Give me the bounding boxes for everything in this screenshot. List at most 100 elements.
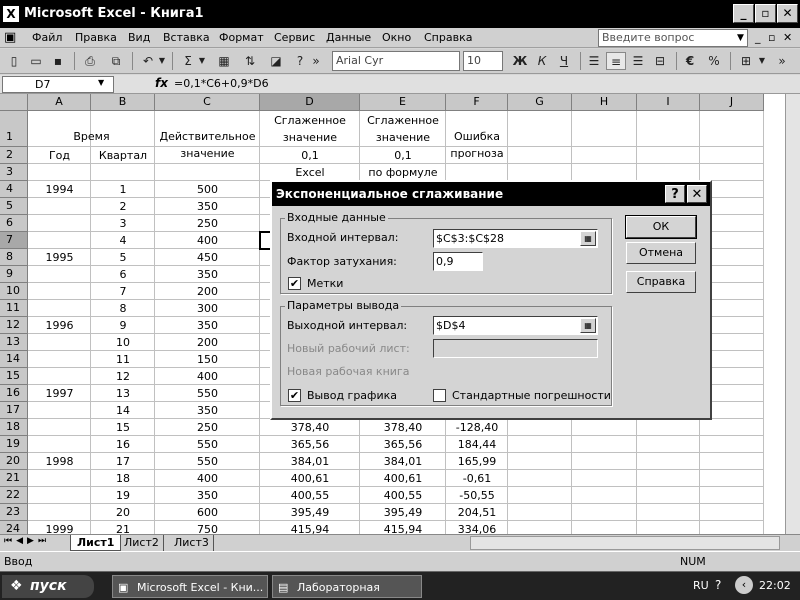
cell-d23[interactable]: 395,49: [260, 504, 360, 521]
grid-cell[interactable]: [28, 283, 91, 300]
cell-e23[interactable]: 395,49: [360, 504, 446, 521]
doc-minimize-icon[interactable]: _: [755, 30, 761, 46]
menu-format[interactable]: Формат: [219, 30, 264, 46]
font-size-select[interactable]: 10: [463, 51, 503, 71]
cell-c19[interactable]: 550: [155, 436, 260, 453]
grid-cell[interactable]: [700, 147, 764, 164]
cell-b18[interactable]: 15: [91, 419, 155, 436]
close-window-button[interactable]: ✕: [777, 4, 798, 23]
borders-icon[interactable]: ⊞: [736, 52, 756, 70]
menu-tools[interactable]: Сервис: [274, 30, 315, 46]
grid-cell[interactable]: [572, 436, 637, 453]
cancel-button[interactable]: Отмена: [626, 242, 696, 264]
grid-cell[interactable]: [637, 147, 700, 164]
cell-f20[interactable]: 165,99: [446, 453, 508, 470]
cell-b4[interactable]: 1: [91, 181, 155, 198]
cell-c6[interactable]: 250: [155, 215, 260, 232]
cell-d20[interactable]: 384,01: [260, 453, 360, 470]
menu-window[interactable]: Окно: [382, 30, 411, 46]
sheet-tab-list3[interactable]: Лист3: [170, 535, 214, 551]
column-header-f[interactable]: F: [446, 94, 508, 111]
grid-cell[interactable]: [508, 453, 572, 470]
grid-cell[interactable]: [572, 419, 637, 436]
cell-d21[interactable]: 400,61: [260, 470, 360, 487]
grid-cell[interactable]: [28, 215, 91, 232]
dialog-close-button[interactable]: ✕: [687, 185, 707, 203]
cell-c17[interactable]: 350: [155, 402, 260, 419]
row-header-21[interactable]: 21: [0, 470, 28, 487]
ask-question-input[interactable]: Введите вопрос: [598, 29, 748, 47]
cell-b24[interactable]: 21: [91, 521, 155, 534]
row-header-11[interactable]: 11: [0, 300, 28, 317]
font-name-select[interactable]: Arial Cyr: [332, 51, 460, 71]
grid-cell[interactable]: [155, 164, 260, 181]
row-header-24[interactable]: 24: [0, 521, 28, 534]
merge-center-icon[interactable]: ⊟: [650, 52, 670, 70]
grid-cell[interactable]: [28, 368, 91, 385]
column-header-c[interactable]: C: [155, 94, 260, 111]
cell-c4[interactable]: 500: [155, 181, 260, 198]
euro-button[interactable]: €: [680, 52, 700, 70]
menu-view[interactable]: Вид: [128, 30, 150, 46]
start-button[interactable]: ❖ пуск: [2, 575, 94, 598]
undo-dropdown-icon[interactable]: ▼: [157, 52, 167, 70]
align-left-icon[interactable]: ☰: [584, 52, 604, 70]
row-header-4[interactable]: 4: [0, 181, 28, 198]
doc-close-icon[interactable]: ✕: [783, 30, 792, 46]
labels-checkbox[interactable]: ✔: [288, 277, 301, 290]
row-header-7[interactable]: 7: [0, 232, 28, 249]
std-errors-checkbox[interactable]: [433, 389, 446, 402]
cell-a24[interactable]: 1999: [28, 521, 91, 534]
grid-cell[interactable]: [637, 436, 700, 453]
grid-cell[interactable]: [28, 436, 91, 453]
toolbar-more-icon[interactable]: »: [776, 52, 788, 70]
row-header-5[interactable]: 5: [0, 198, 28, 215]
excel-app-icon[interactable]: X: [3, 6, 19, 22]
copy-icon[interactable]: ⧉: [106, 52, 126, 70]
grid-cell[interactable]: [91, 164, 155, 181]
grid-cell[interactable]: [28, 504, 91, 521]
damping-factor-field[interactable]: 0,9: [433, 252, 483, 271]
column-header-d[interactable]: D: [260, 94, 360, 111]
vertical-scrollbar[interactable]: [785, 94, 800, 534]
cell-e19[interactable]: 365,56: [360, 436, 446, 453]
cell-c13[interactable]: 200: [155, 334, 260, 351]
cell-b6[interactable]: 3: [91, 215, 155, 232]
autosum-dropdown-icon[interactable]: ▼: [197, 52, 207, 70]
grid-cell[interactable]: [700, 453, 764, 470]
grid-cell[interactable]: [637, 111, 700, 147]
row-header-10[interactable]: 10: [0, 283, 28, 300]
row-header-18[interactable]: 18: [0, 419, 28, 436]
taskbar-excel-button[interactable]: ▣ Microsoft Excel - Кни...: [112, 575, 268, 598]
cell-b23[interactable]: 20: [91, 504, 155, 521]
column-header-g[interactable]: G: [508, 94, 572, 111]
grid-cell[interactable]: [28, 232, 91, 249]
grid-cell[interactable]: [700, 470, 764, 487]
cell-c20[interactable]: 550: [155, 453, 260, 470]
row-header-22[interactable]: 22: [0, 487, 28, 504]
cell-b9[interactable]: 6: [91, 266, 155, 283]
column-header-i[interactable]: I: [637, 94, 700, 111]
row-header-8[interactable]: 8: [0, 249, 28, 266]
cell-d22[interactable]: 400,55: [260, 487, 360, 504]
maximize-button[interactable]: ▫: [755, 4, 776, 23]
formula-input[interactable]: =0,1*C6+0,9*D6: [174, 77, 269, 90]
grid-cell[interactable]: [700, 521, 764, 534]
cell-e22[interactable]: 400,55: [360, 487, 446, 504]
cell-c24[interactable]: 750: [155, 521, 260, 534]
column-header-e[interactable]: E: [360, 94, 446, 111]
cell-b12[interactable]: 9: [91, 317, 155, 334]
open-folder-icon[interactable]: ▭: [26, 52, 46, 70]
help-icon[interactable]: ?: [290, 52, 310, 70]
language-indicator[interactable]: RU: [693, 579, 709, 592]
sheet-nav-arrows-icon[interactable]: ⏮◀▶⏭: [4, 536, 50, 546]
grid-cell[interactable]: [508, 436, 572, 453]
grid-cell[interactable]: [508, 470, 572, 487]
ok-button[interactable]: ОК: [625, 215, 697, 239]
menu-file[interactable]: Файл: [32, 30, 62, 46]
grid-cell[interactable]: [446, 164, 508, 181]
cell-b14[interactable]: 11: [91, 351, 155, 368]
tray-expand-icon[interactable]: ‹: [735, 576, 753, 594]
sheet-tab-list2[interactable]: Лист2: [120, 535, 164, 551]
cell-c8[interactable]: 450: [155, 249, 260, 266]
